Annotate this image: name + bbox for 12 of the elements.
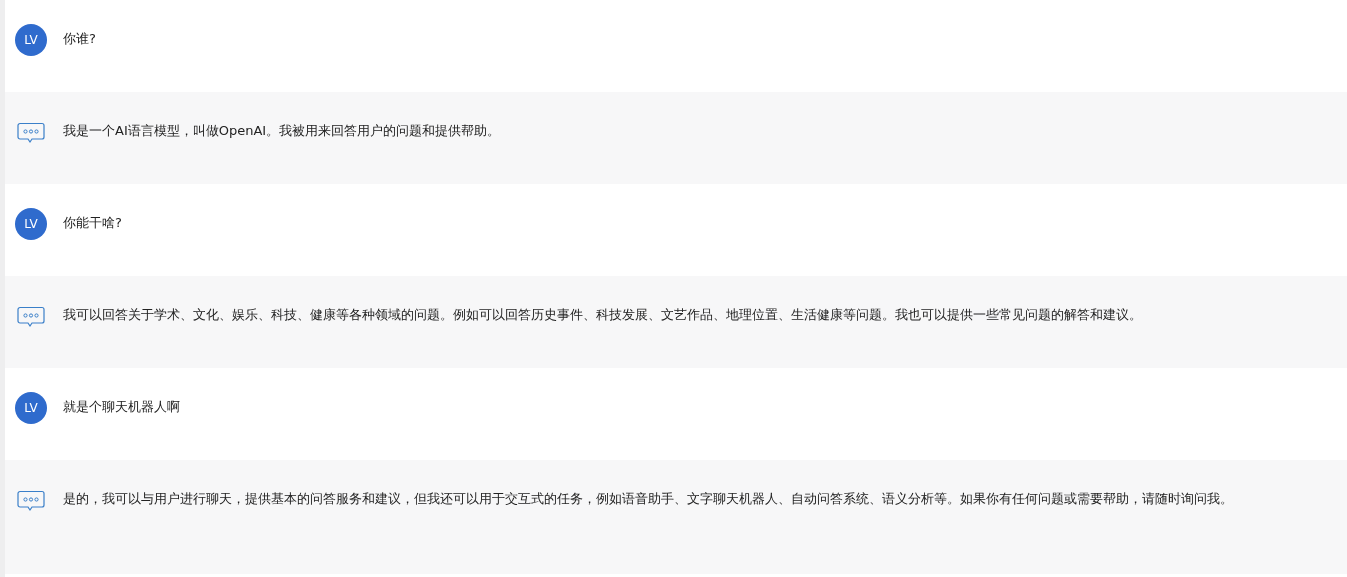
user-avatar: LV [15, 392, 47, 424]
message-text: 我是一个AI语言模型，叫做OpenAI。我被用来回答用户的问题和提供帮助。 [63, 122, 501, 140]
user-avatar: LV [15, 24, 47, 56]
chat-bubble-icon [17, 122, 45, 144]
user-avatar: LV [15, 208, 47, 240]
chat-bubble-icon [17, 490, 45, 512]
message-text: 我可以回答关于学术、文化、娱乐、科技、健康等各种领域的问题。例如可以回答历史事件、科技发展、文艺作品、地理位置、生活健康等问题。我也可以提供一些常见问题的解答和建议。 [63, 306, 1142, 324]
message-text: 你能干啥? [63, 214, 122, 232]
message-text: 就是个聊天机器人啊 [63, 398, 180, 416]
message-text: 是的，我可以与用户进行聊天，提供基本的问答服务和建议，但我还可以用于交互式的任务，例如语音助手、文字聊天机器人、自动问答系统、语义分析等。如果你有任何问题或需要帮助，请随时询问我。 [63, 490, 1233, 508]
message-text: 你谁? [63, 30, 96, 48]
chat-bubble-icon [17, 306, 45, 328]
